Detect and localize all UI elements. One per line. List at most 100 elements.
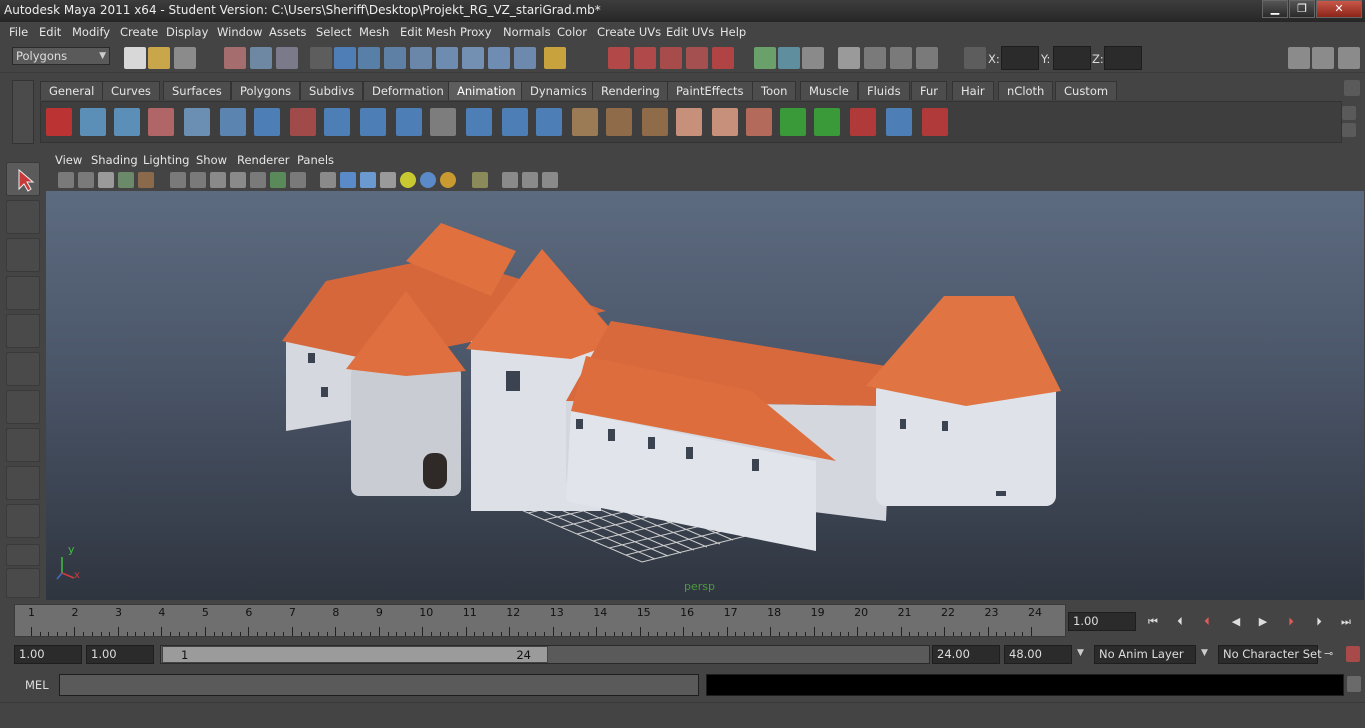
playback-end-field[interactable]: 24.00 — [932, 645, 1000, 664]
menu-modify[interactable]: Modify — [72, 25, 110, 39]
shelf-menu-handle[interactable] — [12, 80, 34, 144]
xray-icon[interactable] — [502, 172, 518, 188]
safe-action-icon[interactable] — [270, 172, 286, 188]
bind-skin-icon[interactable] — [430, 108, 456, 136]
safe-title-icon[interactable] — [290, 172, 306, 188]
close-button[interactable]: ✕ — [1316, 0, 1362, 18]
tab-ncloth[interactable]: nCloth — [998, 81, 1054, 100]
paint-weights-icon[interactable] — [746, 108, 772, 136]
chevron-down-icon[interactable]: ▼ — [1201, 648, 1208, 658]
tab-fluids[interactable]: Fluids — [858, 81, 910, 100]
character-set-select[interactable]: No Character Set — [1218, 645, 1322, 664]
character-icon[interactable] — [220, 108, 246, 136]
tab-painteffects[interactable]: PaintEffects — [667, 81, 753, 100]
animation-end-field[interactable]: 48.00 — [1004, 645, 1072, 664]
construction-history-icon[interactable] — [802, 47, 824, 69]
select-by-hierarchy-icon[interactable] — [224, 47, 246, 69]
mel-label[interactable]: MEL — [25, 678, 49, 692]
time-slider[interactable]: 1 2 3 4 5 6 7 8 9 10 11 12 13 14 15 16 17 18 19 20 21 22 23 24 — [14, 604, 1066, 637]
snap-to-curves-icon[interactable] — [634, 47, 656, 69]
grid-toggle-icon[interactable] — [170, 172, 186, 188]
film-gate-icon[interactable] — [190, 172, 206, 188]
menu-assets[interactable]: Assets — [269, 25, 306, 39]
menu-file[interactable]: File — [9, 25, 28, 39]
select-deformations-icon[interactable] — [436, 47, 458, 69]
two-d-pan-zoom-icon[interactable] — [118, 172, 134, 188]
menu-edit-uvs[interactable]: Edit UVs — [666, 25, 714, 39]
tab-hair[interactable]: Hair — [952, 81, 994, 100]
script-editor-icon[interactable] — [1347, 676, 1361, 692]
select-surfaces-icon[interactable] — [410, 47, 432, 69]
orient-joint-icon[interactable] — [360, 108, 386, 136]
lattice-icon[interactable] — [676, 108, 702, 136]
wireframe-icon[interactable] — [320, 172, 336, 188]
last-tool-icon[interactable] — [6, 504, 40, 538]
panel-menu-renderer[interactable]: Renderer — [237, 153, 290, 167]
animation-start-field[interactable]: 1.00 — [14, 645, 82, 664]
select-by-component-icon[interactable] — [276, 47, 298, 69]
soft-modification-icon[interactable] — [6, 428, 40, 462]
output-ops-icon[interactable] — [778, 47, 800, 69]
tab-animation[interactable]: Animation — [448, 81, 525, 100]
current-time-field[interactable]: 1.00 — [1068, 612, 1136, 631]
make-live-icon[interactable] — [712, 47, 734, 69]
share-icon[interactable] — [542, 172, 558, 188]
select-dynamics-icon[interactable] — [462, 47, 484, 69]
playback-start-field[interactable]: 1.00 — [86, 645, 154, 664]
select-curves-icon[interactable] — [384, 47, 406, 69]
tab-dynamics[interactable]: Dynamics — [521, 81, 596, 100]
x-field[interactable] — [1001, 46, 1039, 70]
point-constraint-icon[interactable] — [780, 108, 806, 136]
blend-shape-icon[interactable] — [606, 108, 632, 136]
channel-box-icon[interactable] — [1338, 47, 1360, 69]
tab-deformation[interactable]: Deformation — [363, 81, 453, 100]
tab-fur[interactable]: Fur — [911, 81, 948, 100]
menu-create-uvs[interactable]: Create UVs — [597, 25, 661, 39]
select-tool-icon[interactable] — [6, 162, 40, 196]
minimize-button[interactable]: ▁ — [1262, 0, 1288, 18]
outliner-layout-icon[interactable] — [6, 568, 40, 598]
viewport-persp[interactable]: persp y x — [46, 191, 1364, 600]
tab-toon[interactable]: Toon — [752, 81, 797, 100]
tab-polygons[interactable]: Polygons — [231, 81, 301, 100]
ik-handle-icon[interactable] — [114, 108, 140, 136]
y-field[interactable] — [1053, 46, 1091, 70]
face-rig-icon[interactable] — [642, 108, 668, 136]
menu-normals[interactable]: Normals — [503, 25, 551, 39]
orient-constraint-icon[interactable] — [850, 108, 876, 136]
pole-vector-constraint-icon[interactable] — [922, 108, 948, 136]
move-tool-icon[interactable] — [6, 276, 40, 310]
animation-preferences-icon[interactable] — [1346, 646, 1360, 662]
step-back-frame-icon[interactable]: ⏴ — [1170, 613, 1190, 631]
camera-bookmark-icon[interactable] — [78, 172, 94, 188]
key-icon[interactable]: ⊸ — [1324, 647, 1333, 660]
render-view-icon[interactable] — [838, 47, 860, 69]
field-chart-icon[interactable] — [250, 172, 266, 188]
use-all-lights-icon[interactable] — [400, 172, 416, 188]
wrap-deformer-icon[interactable] — [712, 108, 738, 136]
select-misc-icon[interactable] — [514, 47, 536, 69]
menu-proxy[interactable]: Proxy — [460, 25, 492, 39]
shelf-scroll-up-icon[interactable] — [1342, 106, 1356, 120]
skeleton-pose-icon[interactable] — [572, 108, 598, 136]
insert-joint-icon[interactable] — [290, 108, 316, 136]
tab-custom[interactable]: Custom — [1055, 81, 1118, 100]
rotate-tool-icon[interactable] — [6, 314, 40, 348]
isolate-select-icon[interactable] — [472, 172, 488, 188]
show-manipulator-icon[interactable] — [6, 466, 40, 500]
panel-menu-show[interactable]: Show — [196, 153, 227, 167]
tab-subdivs[interactable]: Subdivs — [300, 81, 364, 100]
universal-manipulator-icon[interactable] — [6, 390, 40, 424]
connect-joint-icon[interactable] — [466, 108, 492, 136]
mel-input[interactable] — [59, 674, 699, 696]
save-scene-icon[interactable] — [174, 47, 196, 69]
restore-button[interactable]: ❐ — [1289, 0, 1315, 18]
panel-menu-lighting[interactable]: Lighting — [143, 153, 189, 167]
wireframe-on-shaded-icon[interactable] — [360, 172, 376, 188]
menu-color[interactable]: Color — [557, 25, 587, 39]
tool-settings-icon[interactable] — [1312, 47, 1334, 69]
ipr-render-icon[interactable] — [890, 47, 912, 69]
new-scene-icon[interactable] — [124, 47, 146, 69]
remove-joint-icon[interactable] — [396, 108, 422, 136]
tab-muscle[interactable]: Muscle — [800, 81, 858, 100]
